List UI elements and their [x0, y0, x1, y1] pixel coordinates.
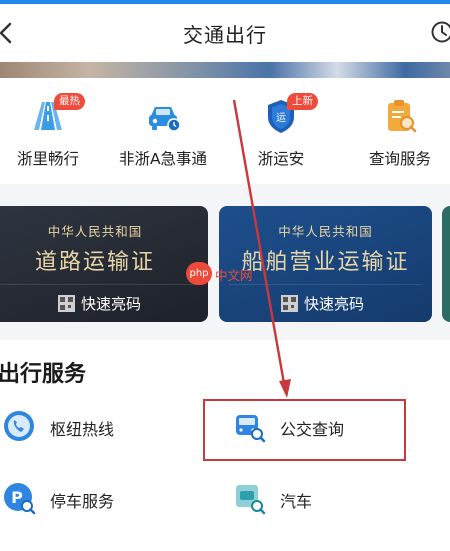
status-strip: [0, 0, 450, 4]
certificate-name: 道路运输证: [34, 250, 155, 275]
watermark-text: 中文网: [215, 268, 253, 283]
highlight-box: [203, 399, 406, 461]
qr-code-icon: [58, 295, 75, 312]
quick-link-zheli-changxing[interactable]: 最热 浙里畅行: [0, 93, 108, 169]
car-search-icon: [236, 485, 266, 515]
watermark-logo: php: [186, 262, 212, 285]
show-code-label: 快速亮码: [304, 295, 365, 313]
quick-links-panel: 最热 浙里畅行 非浙A急事通 运 上新 浙运安 查询服务: [0, 78, 450, 184]
certificate-issuer: 中华人民共和国: [278, 224, 373, 239]
certificate-card-partial[interactable]: [442, 206, 450, 322]
service-label: 停车服务: [50, 492, 115, 511]
show-code-label: 快速亮码: [81, 295, 142, 313]
divider: [229, 284, 422, 285]
svg-text:运: 运: [276, 112, 286, 124]
show-code-button[interactable]: 快速亮码: [58, 293, 142, 313]
quick-link-query-service[interactable]: 查询服务: [340, 96, 450, 169]
qr-code-icon: [281, 295, 298, 312]
page-title: 交通出行: [183, 23, 267, 47]
certificate-card-road[interactable]: 中华人民共和国 道路运输证 快速亮码: [0, 206, 208, 322]
hot-badge: 最热: [54, 93, 85, 110]
quick-link-label: 浙运安: [257, 150, 305, 168]
car-icon: [149, 107, 181, 132]
quick-link-non-zhea[interactable]: 非浙A急事通: [103, 96, 223, 169]
show-code-button[interactable]: 快速亮码: [281, 293, 365, 313]
quick-link-label: 查询服务: [368, 150, 431, 168]
quick-link-label: 浙里畅行: [16, 150, 79, 168]
section-title: 出行服务: [0, 362, 87, 387]
parking-search-icon: P: [4, 483, 36, 515]
quick-link-label: 非浙A急事通: [118, 150, 208, 168]
phone-icon: [4, 411, 34, 441]
clipboard-search-icon: [388, 100, 417, 133]
service-label: 枢纽热线: [50, 420, 115, 439]
service-label: 汽车: [280, 492, 313, 511]
banner-image: [0, 62, 450, 78]
certificate-card-ship[interactable]: 中华人民共和国 船舶营业运输证 快速亮码: [219, 206, 432, 322]
divider: [0, 284, 198, 285]
top-bar: 交通出行: [0, 0, 450, 62]
clock-icon[interactable]: [430, 20, 450, 44]
certificate-carousel: 中华人民共和国 道路运输证 快速亮码 中华人民共和国 船舶营业运输证 快速亮码: [0, 206, 450, 322]
certificate-issuer: 中华人民共和国: [47, 224, 143, 239]
quick-link-zheyunan[interactable]: 运 上新 浙运安: [221, 93, 341, 169]
new-badge: 上新: [287, 93, 318, 110]
